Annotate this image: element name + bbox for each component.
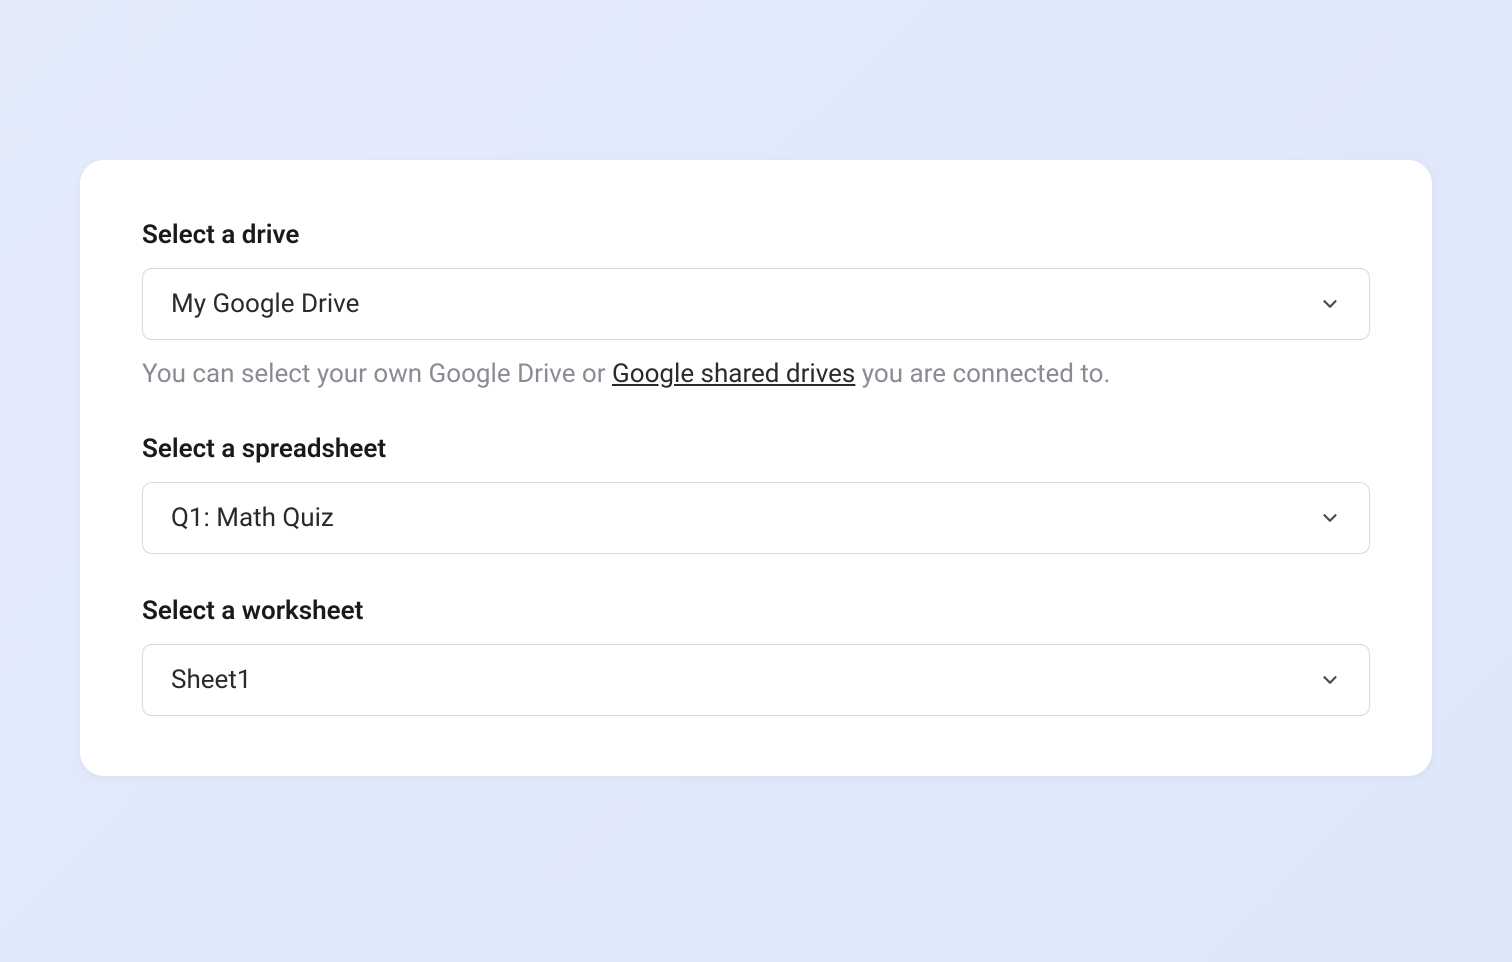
worksheet-field-group: Select a worksheet Sheet1: [142, 596, 1370, 716]
worksheet-select[interactable]: Sheet1: [142, 644, 1370, 716]
settings-card: Select a drive My Google Drive You can s…: [80, 160, 1432, 776]
shared-drives-link[interactable]: Google shared drives: [612, 359, 855, 389]
drive-select[interactable]: My Google Drive: [142, 268, 1370, 340]
chevron-down-icon: [1319, 507, 1341, 529]
worksheet-select-value: Sheet1: [171, 665, 251, 695]
drive-helper-prefix: You can select your own Google Drive or: [142, 359, 612, 389]
worksheet-label: Select a worksheet: [142, 596, 1370, 626]
spreadsheet-label: Select a spreadsheet: [142, 434, 1370, 464]
drive-helper-text: You can select your own Google Drive or …: [142, 356, 1370, 392]
chevron-down-icon: [1319, 669, 1341, 691]
spreadsheet-select[interactable]: Q1: Math Quiz: [142, 482, 1370, 554]
chevron-down-icon: [1319, 293, 1341, 315]
drive-select-value: My Google Drive: [171, 289, 359, 319]
drive-helper-suffix: you are connected to.: [855, 359, 1110, 389]
spreadsheet-select-value: Q1: Math Quiz: [171, 503, 334, 533]
drive-label: Select a drive: [142, 220, 1370, 250]
drive-field-group: Select a drive My Google Drive You can s…: [142, 220, 1370, 392]
spreadsheet-field-group: Select a spreadsheet Q1: Math Quiz: [142, 434, 1370, 554]
